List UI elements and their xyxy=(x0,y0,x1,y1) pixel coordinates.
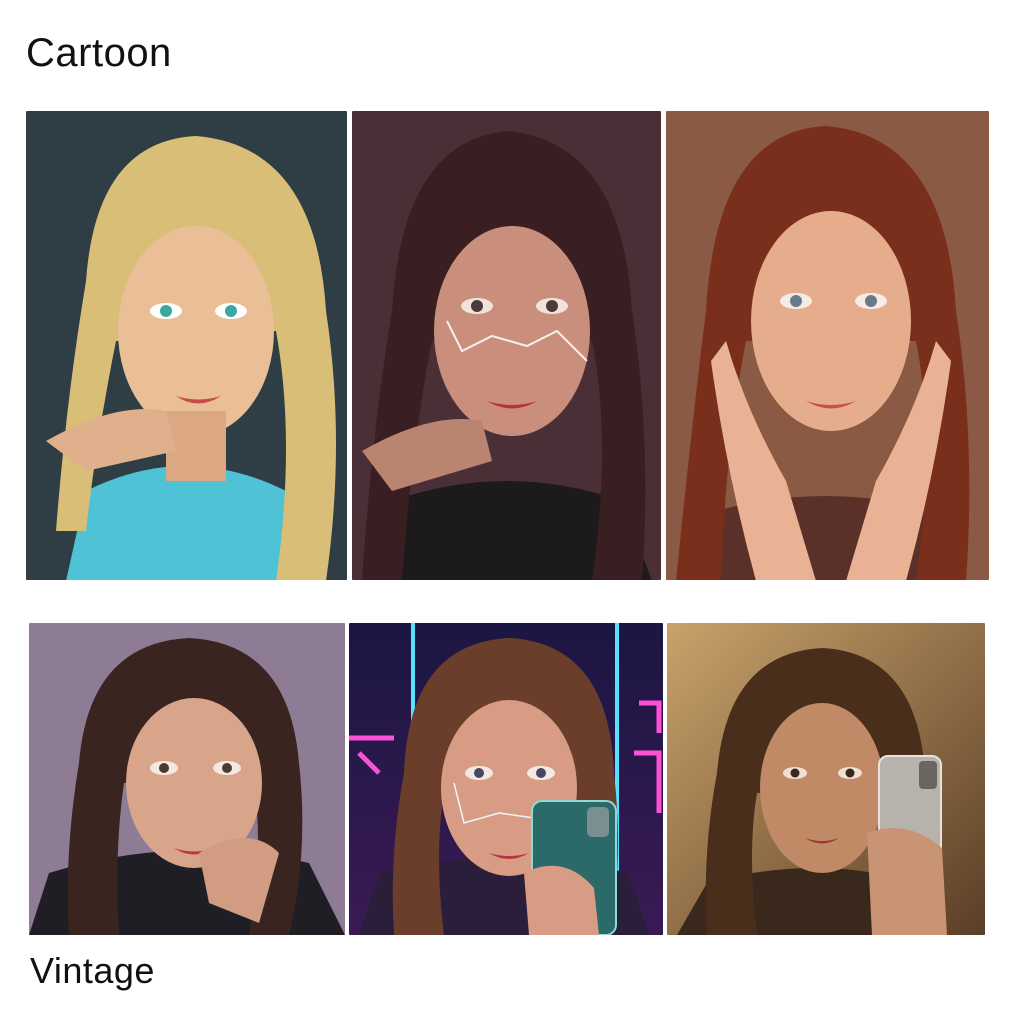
category-label-cartoon: Cartoon xyxy=(26,31,172,75)
portrait-image-2[interactable] xyxy=(352,111,661,580)
portrait-image-1[interactable] xyxy=(26,111,347,580)
portrait-image-3[interactable] xyxy=(666,111,989,580)
portrait-image-5[interactable] xyxy=(349,623,663,935)
neon-selfie-portrait xyxy=(349,623,663,935)
blonde-freckles-portrait xyxy=(26,111,347,580)
redhead-hands-on-cheeks-portrait xyxy=(666,111,989,580)
brunette-cyber-lines-portrait xyxy=(352,111,661,580)
brunette-lilac-portrait xyxy=(29,623,345,935)
category-label-vintage: Vintage xyxy=(30,950,155,991)
portrait-image-6[interactable] xyxy=(667,623,985,935)
portrait-image-4[interactable] xyxy=(29,623,345,935)
sepia-selfie-portrait xyxy=(667,623,985,935)
